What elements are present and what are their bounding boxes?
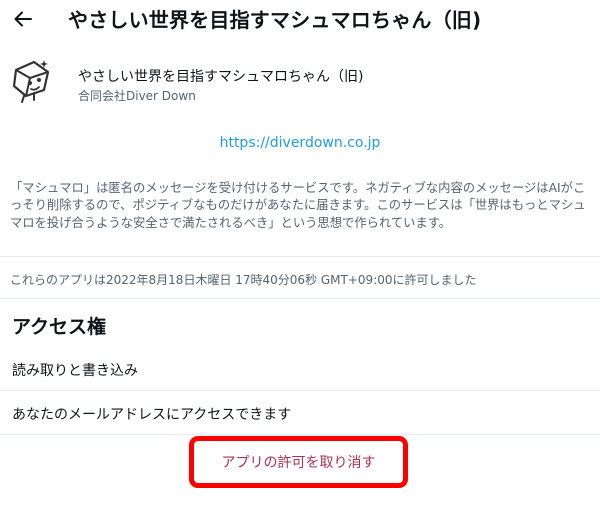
app-logo [10,56,54,104]
page-header: やさしい世界を目指すマシュマロちゃん（旧) [0,0,600,40]
app-permission-page: やさしい世界を目指すマシュマロちゃん（旧) やさしい世界を目指すマシュマロちゃん… [0,0,600,511]
permission-item-email: あなたのメールアドレスにアクセスできます [12,407,292,423]
marshmallow-logo-icon [12,60,50,103]
page-title: やさしい世界を目指すマシュマロちゃん（旧) [68,8,482,32]
app-info: やさしい世界を目指すマシュマロちゃん（旧) 合同会社Diver Down [10,56,590,108]
app-name: やさしい世界を目指すマシュマロちゃん（旧) [78,69,364,85]
access-heading: アクセス権 [12,316,107,338]
app-website-link[interactable]: https://diverdown.co.jp [0,135,600,151]
divider [0,434,600,435]
arrow-left-icon [14,11,32,27]
revoke-app-permission-button[interactable]: アプリの許可を取り消す [194,441,403,483]
divider [0,298,600,299]
divider [0,256,600,257]
app-description: 「マシュマロ」は匿名のメッセージを受け付けるサービスです。ネガティブな内容のメッ… [10,181,586,230]
permission-item-read-write: 読み取りと書き込み [12,363,138,379]
permission-granted-date: これらのアプリは2022年8月18日木曜日 17時40分06秒 GMT+09:0… [10,273,477,287]
back-button[interactable] [10,6,36,32]
divider [0,390,600,391]
app-organization: 合同会社Diver Down [78,89,196,103]
